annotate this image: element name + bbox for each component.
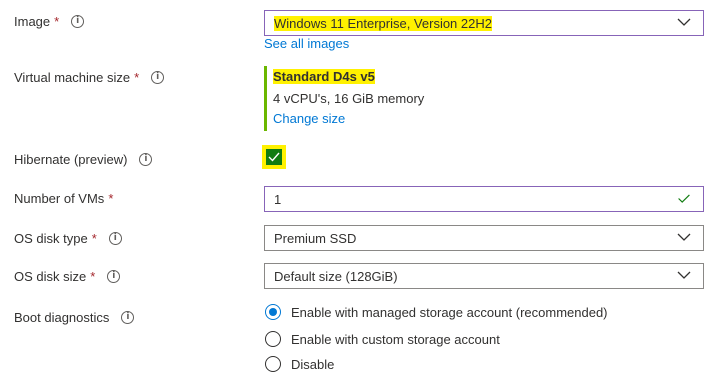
info-icon[interactable]: i bbox=[121, 311, 135, 324]
required-marker: * bbox=[90, 269, 96, 284]
boot-option-custom[interactable]: Enable with custom storage account bbox=[265, 331, 500, 347]
os-disk-size-label-row: OS disk size * i bbox=[14, 269, 121, 284]
radio-button[interactable] bbox=[265, 331, 281, 347]
num-vms-value: 1 bbox=[274, 191, 282, 207]
see-all-images-link[interactable]: See all images bbox=[264, 36, 349, 51]
num-vms-input[interactable]: 1 bbox=[264, 186, 704, 212]
image-value: Windows 11 Enterprise, Version 22H2 bbox=[274, 15, 492, 31]
required-marker: * bbox=[91, 231, 97, 246]
os-disk-type-label: OS disk type bbox=[14, 231, 88, 246]
boot-diagnostics-label-row: Boot diagnostics i bbox=[14, 310, 135, 325]
radio-button[interactable] bbox=[265, 356, 281, 372]
hibernate-label: Hibernate (preview) bbox=[14, 152, 128, 167]
boot-option-label: Disable bbox=[291, 356, 335, 372]
info-icon[interactable]: i bbox=[71, 15, 85, 28]
os-disk-size-select[interactable]: Default size (128GiB) bbox=[264, 263, 704, 289]
image-label: Image bbox=[14, 14, 51, 29]
hibernate-checkbox[interactable] bbox=[266, 149, 282, 165]
vm-size-spec: 4 vCPU's, 16 GiB memory bbox=[273, 91, 425, 106]
num-vms-label: Number of VMs bbox=[14, 191, 105, 206]
info-icon[interactable]: i bbox=[107, 270, 121, 283]
hibernate-label-row: Hibernate (preview) i bbox=[14, 152, 153, 167]
boot-diagnostics-label: Boot diagnostics bbox=[14, 310, 110, 325]
vm-size-name: Standard D4s v5 bbox=[273, 69, 375, 84]
image-select[interactable]: Windows 11 Enterprise, Version 22H2 bbox=[264, 10, 704, 36]
info-icon[interactable]: i bbox=[139, 153, 153, 166]
os-disk-size-value: Default size (128GiB) bbox=[274, 268, 398, 284]
vm-size-accent-bar bbox=[264, 66, 267, 131]
boot-option-managed[interactable]: Enable with managed storage account (rec… bbox=[265, 304, 608, 320]
required-marker: * bbox=[134, 70, 140, 85]
info-icon[interactable]: i bbox=[151, 71, 165, 84]
image-label-row: Image * i bbox=[14, 14, 85, 29]
num-vms-label-row: Number of VMs * bbox=[14, 191, 113, 206]
required-marker: * bbox=[54, 14, 60, 29]
vm-size-label: Virtual machine size bbox=[14, 70, 131, 85]
change-size-link[interactable]: Change size bbox=[273, 111, 345, 126]
required-marker: * bbox=[108, 191, 114, 206]
chevron-down-icon bbox=[677, 233, 691, 241]
os-disk-type-select[interactable]: Premium SSD bbox=[264, 225, 704, 251]
radio-button[interactable] bbox=[265, 304, 281, 320]
os-disk-type-value: Premium SSD bbox=[274, 230, 357, 246]
chevron-down-icon bbox=[677, 271, 691, 279]
valid-check-icon bbox=[678, 194, 690, 203]
boot-option-label: Enable with managed storage account (rec… bbox=[291, 304, 608, 320]
os-disk-type-label-row: OS disk type * i bbox=[14, 231, 122, 246]
chevron-down-icon bbox=[677, 18, 691, 26]
vm-size-label-row: Virtual machine size * i bbox=[14, 70, 165, 85]
info-icon[interactable]: i bbox=[108, 232, 122, 245]
checkmark-icon bbox=[268, 152, 280, 162]
boot-option-disable[interactable]: Disable bbox=[265, 356, 334, 372]
os-disk-size-label: OS disk size bbox=[14, 269, 87, 284]
boot-option-label: Enable with custom storage account bbox=[291, 331, 500, 347]
